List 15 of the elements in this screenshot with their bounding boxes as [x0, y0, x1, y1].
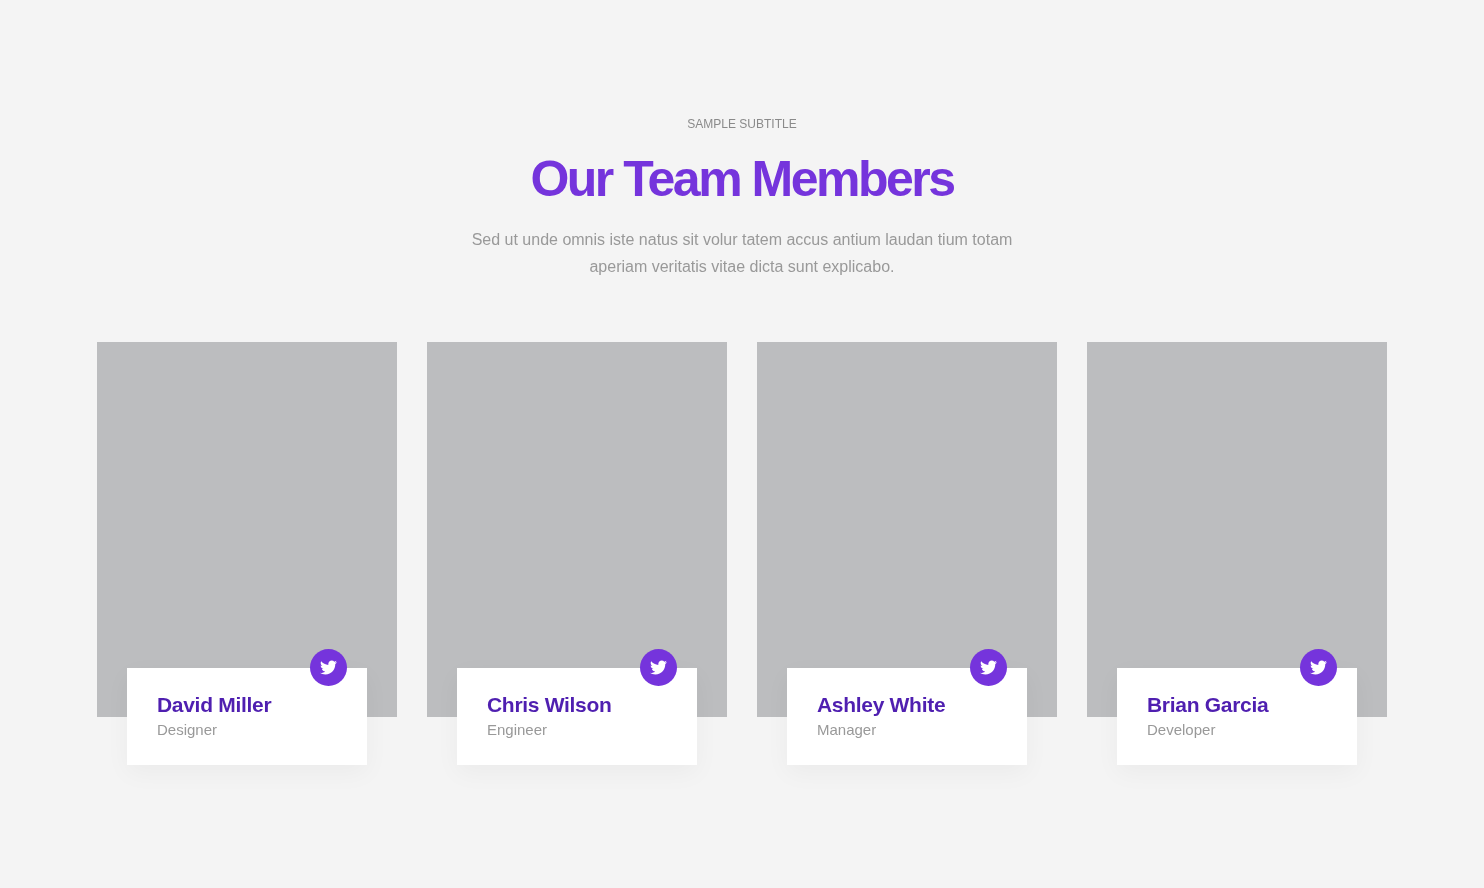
bird-icon [650, 659, 667, 676]
member-role: Manager [817, 720, 877, 740]
section-title: Our Team Members [530, 150, 954, 209]
member-role: Developer [1147, 720, 1216, 740]
section-subtitle: SAMPLE SUBTITLE [687, 117, 797, 131]
member-role: Designer [157, 720, 218, 740]
bird-icon [1310, 659, 1327, 676]
bird-icon [320, 659, 337, 676]
member-name: David Miller [157, 692, 272, 718]
section-description: Sed ut unde omnis iste natus sit volur tatem accus antium laudan tium totam aperiam veritatis vitae dicta sunt explicabo. [470, 230, 1014, 277]
member-name: Ashley White [817, 692, 946, 718]
bird-icon [980, 659, 997, 676]
member-name: Brian Garcia [1147, 692, 1269, 718]
member-name: Chris Wilson [487, 692, 612, 718]
member-role: Engineer [487, 720, 548, 740]
